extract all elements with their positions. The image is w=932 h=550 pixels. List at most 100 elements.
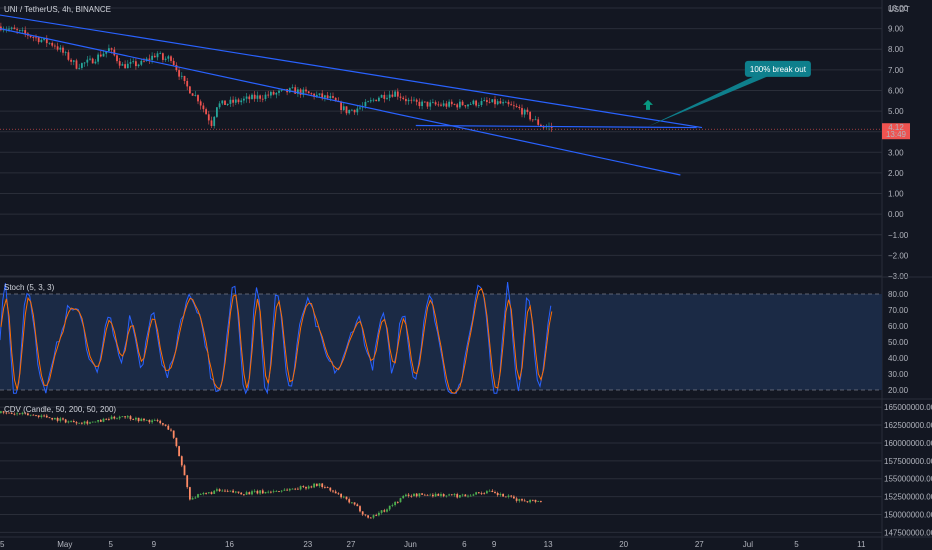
cdv-candle — [380, 510, 383, 513]
price-candle — [459, 101, 461, 108]
price-candle — [54, 45, 56, 47]
price-candle — [326, 95, 329, 99]
cdv-candle — [521, 499, 523, 501]
price-tick-label: 6.00 — [888, 86, 904, 95]
price-candle — [504, 101, 507, 103]
cdv-candle — [232, 490, 234, 493]
time-tick-label: May — [57, 540, 72, 549]
cdv-candle — [183, 465, 186, 476]
price-candle — [486, 100, 488, 102]
cdv-candle — [116, 418, 118, 420]
price-candle — [375, 99, 378, 102]
price-candle — [10, 27, 13, 29]
time-tick-label: 6 — [462, 540, 467, 549]
cdv-candle — [143, 418, 145, 421]
cdv-candle — [218, 489, 221, 492]
cdv-candle — [345, 496, 348, 500]
cdv-candle — [334, 491, 337, 494]
currency-label: USDT — [888, 5, 910, 14]
cdv-candle — [372, 515, 375, 518]
cdv-title[interactable]: CDV (Candle, 50, 200, 50, 200) — [4, 405, 116, 414]
price-candle — [445, 103, 448, 107]
price-candle — [164, 58, 167, 60]
price-candle — [480, 100, 483, 105]
price-candle — [537, 119, 540, 125]
stoch-tick-label: 80.00 — [888, 290, 909, 299]
price-candle — [448, 101, 450, 107]
cdv-candle — [315, 483, 318, 486]
cdv-candle — [54, 417, 56, 420]
cdv-candle — [388, 505, 391, 510]
price-candle — [453, 104, 456, 105]
price-candle — [75, 60, 78, 69]
price-candle — [132, 61, 135, 63]
price-candle — [507, 101, 510, 105]
price-candle — [143, 60, 145, 62]
cdv-candle — [326, 487, 329, 488]
cdv-candle — [318, 483, 321, 486]
stoch-tick-label: 60.00 — [888, 322, 909, 331]
cdv-candle — [126, 416, 129, 418]
price-candle — [307, 91, 310, 94]
cdv-candle — [291, 488, 294, 490]
cdv-candle — [48, 417, 51, 419]
cdv-candle — [261, 490, 264, 494]
cdv-candle — [421, 493, 423, 495]
cdv-candle — [189, 487, 191, 500]
cdv-candle — [175, 437, 178, 447]
callout-text: 100% break out — [750, 65, 807, 74]
cdv-candle — [170, 429, 172, 431]
price-candle — [207, 114, 210, 121]
price-candle — [162, 53, 164, 60]
price-candle — [64, 52, 67, 54]
cdv-candle — [145, 419, 148, 421]
price-candle — [369, 100, 372, 102]
cdv-candle — [437, 493, 440, 496]
cdv-candle — [294, 488, 297, 490]
price-candle — [110, 48, 113, 50]
stoch-title[interactable]: Stoch (5, 3, 3) — [4, 283, 55, 292]
cdv-candle — [448, 494, 450, 496]
price-candle — [396, 91, 399, 97]
cdv-tick-label: 155000000.00 — [884, 475, 932, 484]
cdv-candle — [442, 494, 445, 497]
cdv-candle — [288, 488, 291, 491]
cdv-candle — [494, 491, 496, 493]
price-candle — [491, 99, 494, 103]
price-candle — [189, 86, 191, 94]
price-candle — [499, 101, 502, 104]
price-candle — [237, 99, 240, 103]
symbol-title[interactable]: UNI / TetherUS, 4h, BINANCE — [4, 5, 111, 14]
price-candle — [415, 99, 418, 102]
cdv-candle — [321, 483, 324, 488]
cdv-candle — [205, 493, 207, 494]
price-candle — [248, 96, 251, 100]
cdv-candle — [132, 419, 135, 420]
price-candle — [305, 89, 307, 92]
tradingview-chart[interactable]: 100% break out 10.009.008.007.006.005.00… — [0, 0, 932, 550]
cdv-candle — [475, 492, 477, 495]
cdv-candle — [153, 419, 156, 421]
cdv-candle — [488, 490, 491, 492]
cdv-candle — [410, 495, 413, 497]
time-tick-label: 27 — [695, 540, 704, 549]
price-candle — [437, 104, 440, 106]
stoch-pane[interactable]: 80.00 70.00 60.00 50.00 40.00 30.00 20.00 Stoc… — [0, 281, 909, 395]
cdv-candle — [197, 494, 199, 498]
price-candle — [380, 94, 383, 98]
cdv-candle — [504, 496, 507, 498]
cdv-candle — [270, 491, 272, 493]
cdv-candle — [86, 421, 89, 424]
cdv-candle — [429, 494, 432, 496]
price-candle — [434, 102, 437, 105]
cdv-candle — [353, 502, 356, 505]
cdv-candle — [499, 493, 502, 496]
cdv-candle — [78, 422, 81, 424]
cdv-candle — [369, 517, 372, 519]
cdv-candle — [207, 492, 210, 494]
price-tick-label: 3.00 — [888, 148, 904, 157]
price-candle — [8, 28, 10, 30]
price-candle — [310, 93, 313, 95]
cdv-candle — [56, 417, 59, 421]
price-candle — [351, 109, 353, 111]
